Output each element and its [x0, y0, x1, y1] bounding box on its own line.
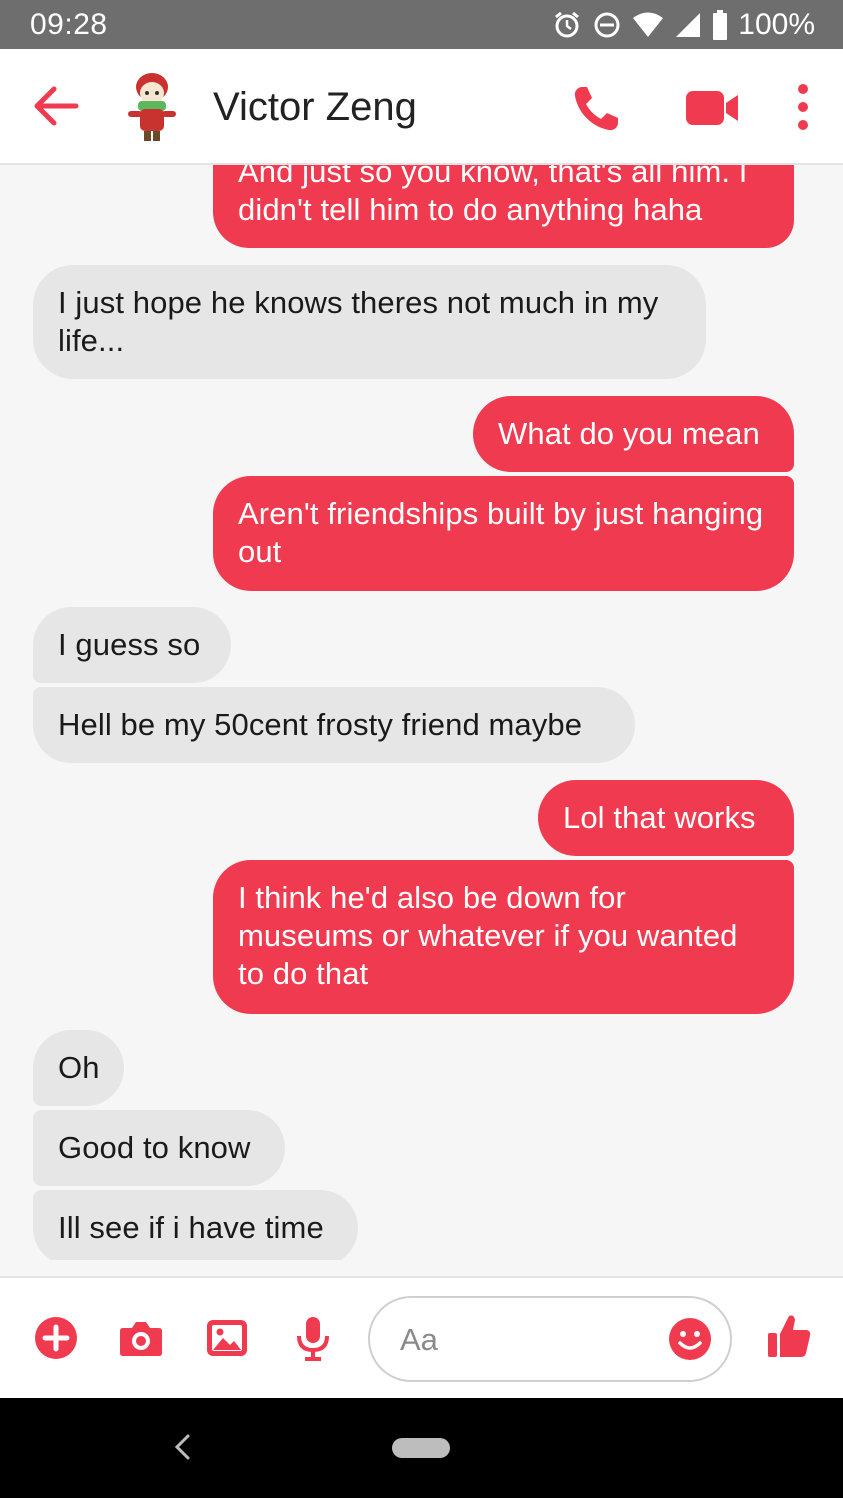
contact-name[interactable]: Victor Zeng [213, 85, 417, 130]
conversation-header: Victor Zeng [0, 49, 843, 165]
battery-icon [712, 10, 728, 40]
message-incoming[interactable]: I guess so [33, 607, 231, 683]
message-incoming[interactable]: Oh [33, 1030, 124, 1106]
add-icon[interactable] [32, 1314, 80, 1362]
home-pill[interactable] [392, 1438, 450, 1458]
system-nav-bar [0, 1398, 843, 1498]
message-outgoing[interactable]: And just so you know, that's all him. I … [213, 165, 794, 248]
signal-icon [674, 11, 702, 39]
camera-icon[interactable] [117, 1314, 165, 1362]
alarm-icon [552, 10, 582, 40]
thumbs-up-icon[interactable] [765, 1312, 813, 1360]
gallery-icon[interactable] [203, 1314, 251, 1362]
message-incoming[interactable]: Ill see if i have time [33, 1190, 358, 1260]
emoji-icon[interactable] [668, 1317, 712, 1361]
message-outgoing[interactable]: I think he'd also be down for museums or… [213, 860, 794, 1014]
message-input[interactable]: Aa [368, 1296, 732, 1382]
status-bar: 09:28 100% [0, 0, 843, 49]
avatar[interactable] [118, 67, 186, 147]
more-vert-icon[interactable] [790, 83, 816, 133]
wifi-icon [632, 11, 664, 39]
message-incoming[interactable]: I just hope he knows theres not much in … [33, 265, 706, 379]
do-not-disturb-icon [592, 10, 622, 40]
message-outgoing[interactable]: Lol that works [538, 780, 794, 856]
message-incoming[interactable]: Good to know [33, 1110, 285, 1186]
composer-bar: Aa [0, 1276, 843, 1398]
microphone-icon[interactable] [289, 1314, 337, 1362]
message-outgoing[interactable]: Aren't friendships built by just hanging… [213, 476, 794, 591]
status-time: 09:28 [30, 8, 108, 41]
video-icon[interactable] [684, 83, 742, 133]
phone-icon[interactable] [568, 81, 624, 137]
nav-back-icon[interactable] [170, 1432, 194, 1462]
status-icons: 100% [552, 7, 815, 43]
message-outgoing[interactable]: What do you mean [473, 396, 794, 472]
back-arrow-icon[interactable] [28, 81, 84, 131]
message-incoming[interactable]: Hell be my 50cent frosty friend maybe [33, 687, 635, 763]
message-input-placeholder: Aa [400, 1322, 438, 1357]
message-list[interactable]: And just so you know, that's all him. I … [0, 165, 843, 1260]
battery-percent: 100% [738, 8, 815, 41]
